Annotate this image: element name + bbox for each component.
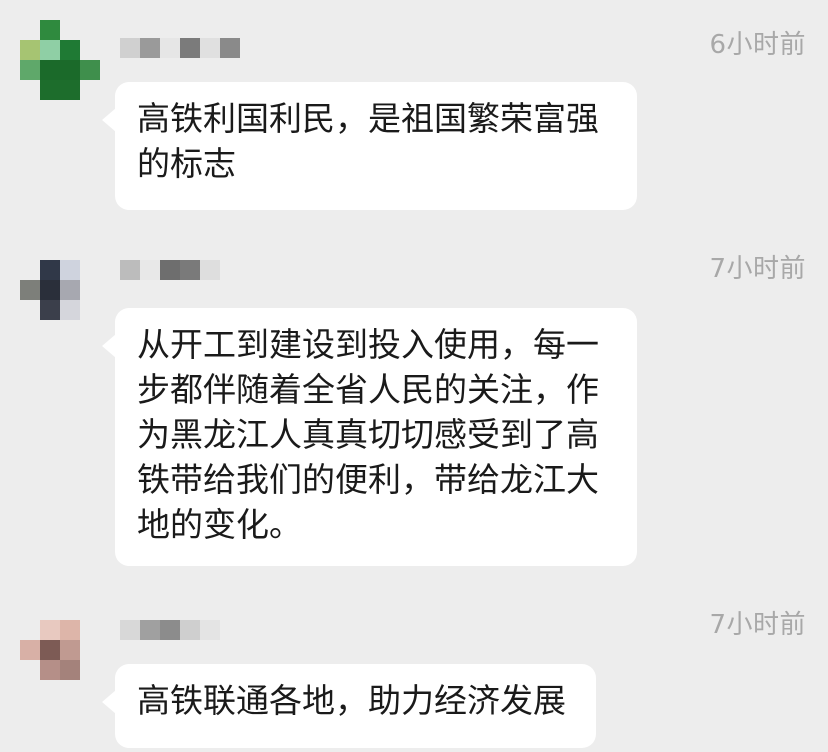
avatar-pixel: [80, 260, 100, 280]
username-pixel: [220, 260, 240, 280]
timestamp: 7小时前: [709, 610, 806, 640]
username-pixel: [140, 260, 160, 280]
avatar-pixel: [20, 40, 40, 60]
username-blurred[interactable]: [120, 260, 240, 280]
avatar[interactable]: [20, 20, 100, 100]
avatar-pixel: [40, 260, 60, 280]
avatar-pixel: [20, 680, 40, 700]
username-blurred[interactable]: [120, 620, 240, 640]
avatar-pixel: [60, 80, 80, 100]
avatar-pixel: [20, 260, 40, 280]
avatar-pixel: [40, 640, 60, 660]
avatar-pixel: [20, 20, 40, 40]
username-pixel: [220, 620, 240, 640]
username-pixel: [180, 620, 200, 640]
message-text: 高铁利国利民，是祖国繁荣富强的标志: [137, 99, 599, 183]
avatar-pixel: [40, 60, 60, 80]
avatar-pixel: [40, 620, 60, 640]
avatar-pixel: [20, 60, 40, 80]
avatar-pixel: [80, 660, 100, 680]
avatar-pixel: [60, 260, 80, 280]
avatar-pixel: [80, 280, 100, 300]
avatar-pixel: [20, 320, 40, 340]
avatar-pixel: [60, 300, 80, 320]
message-bubble[interactable]: 高铁利国利民，是祖国繁荣富强的标志: [102, 82, 637, 210]
username-pixel: [200, 260, 220, 280]
avatar[interactable]: [20, 260, 100, 340]
avatar-pixel: [80, 40, 100, 60]
username-blurred[interactable]: [120, 38, 240, 58]
avatar-pixel: [60, 280, 80, 300]
avatar-pixel: [60, 20, 80, 40]
username-pixel: [160, 38, 180, 58]
message-text: 从开工到建设到投入使用，每一步都伴随着全省人民的关注，作为黑龙江人真真切切感受到…: [137, 325, 599, 544]
username-pixel: [200, 38, 220, 58]
avatar-pixel: [40, 320, 60, 340]
avatar-pixel: [40, 680, 60, 700]
username-pixel: [220, 38, 240, 58]
avatar-pixel: [80, 640, 100, 660]
message-bubble[interactable]: 从开工到建设到投入使用，每一步都伴随着全省人民的关注，作为黑龙江人真真切切感受到…: [102, 308, 637, 566]
avatar-pixel: [60, 660, 80, 680]
avatar-pixel: [60, 320, 80, 340]
timestamp: 6小时前: [709, 30, 806, 60]
avatar-pixel: [40, 300, 60, 320]
avatar-pixel: [80, 680, 100, 700]
avatar-pixel: [40, 20, 60, 40]
avatar-pixel: [60, 640, 80, 660]
username-pixel: [120, 260, 140, 280]
avatar-pixel: [60, 680, 80, 700]
username-pixel: [160, 620, 180, 640]
username-pixel: [200, 620, 220, 640]
avatar-pixel: [20, 660, 40, 680]
username-pixel: [120, 620, 140, 640]
avatar-pixel: [40, 80, 60, 100]
avatar-pixel: [40, 40, 60, 60]
avatar-pixel: [20, 620, 40, 640]
avatar-pixel: [80, 80, 100, 100]
username-pixel: [160, 260, 180, 280]
avatar-pixel: [80, 20, 100, 40]
avatar-pixel: [80, 620, 100, 640]
username-pixel: [180, 38, 200, 58]
avatar-pixel: [80, 320, 100, 340]
avatar-pixel: [60, 60, 80, 80]
timestamp: 7小时前: [709, 254, 806, 284]
username-pixel: [120, 38, 140, 58]
avatar-pixel: [20, 640, 40, 660]
username-pixel: [140, 38, 160, 58]
avatar-pixel: [20, 280, 40, 300]
avatar-pixel: [40, 280, 60, 300]
avatar-pixel: [40, 660, 60, 680]
username-pixel: [180, 260, 200, 280]
avatar-pixel: [80, 300, 100, 320]
avatar-pixel: [60, 620, 80, 640]
message-bubble[interactable]: 高铁联通各地，助力经济发展: [102, 664, 596, 748]
avatar-pixel: [80, 60, 100, 80]
message-text: 高铁联通各地，助力经济发展: [137, 681, 566, 720]
username-pixel: [140, 620, 160, 640]
avatar-pixel: [20, 300, 40, 320]
avatar[interactable]: [20, 620, 100, 700]
avatar-pixel: [60, 40, 80, 60]
avatar-pixel: [20, 80, 40, 100]
